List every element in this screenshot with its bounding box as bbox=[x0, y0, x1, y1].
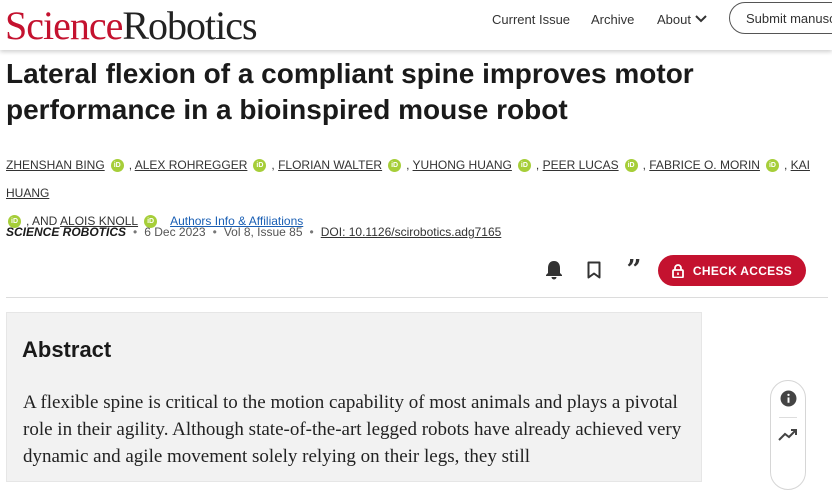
site-logo[interactable]: Science Robotics bbox=[5, 2, 258, 48]
meta-separator: • bbox=[212, 225, 217, 239]
lock-icon bbox=[672, 263, 684, 278]
logo-robotics: Robotics bbox=[122, 3, 257, 48]
author-link[interactable]: Yuhong Huang bbox=[413, 158, 512, 172]
submit-manuscript-button[interactable]: Submit manuscript bbox=[729, 2, 832, 34]
bookmark-icon[interactable] bbox=[584, 260, 604, 280]
logo-science: Science bbox=[5, 3, 123, 48]
check-access-button[interactable]: CHECK ACCESS bbox=[658, 255, 806, 286]
volume-issue[interactable]: Vol 8, Issue 85 bbox=[224, 225, 303, 239]
info-icon[interactable] bbox=[780, 390, 797, 407]
quote-icon[interactable]: ” bbox=[624, 257, 644, 283]
orcid-icon[interactable]: iD bbox=[517, 159, 531, 173]
author-link[interactable]: Fabrice O. Morin bbox=[649, 158, 760, 172]
author-link[interactable]: Zhenshan Bing bbox=[6, 158, 105, 172]
doi-link[interactable]: DOI: 10.1126/scirobotics.adg7165 bbox=[321, 225, 502, 239]
orcid-icon[interactable]: iD bbox=[110, 159, 124, 173]
author-link[interactable]: Peer Lucas bbox=[543, 158, 619, 172]
author-link[interactable]: Florian Walter bbox=[278, 158, 382, 172]
orcid-icon[interactable]: iD bbox=[388, 159, 402, 173]
meta-separator: • bbox=[133, 225, 138, 239]
abstract-text: A flexible spine is critical to the moti… bbox=[23, 392, 682, 467]
nav-about[interactable]: About bbox=[657, 0, 707, 38]
side-tools-panel bbox=[770, 380, 806, 490]
article-title: Lateral flexion of a compliant spine imp… bbox=[6, 58, 694, 125]
article-meta: SCIENCE ROBOTICS • 6 Dec 2023 • Vol 8, I… bbox=[6, 223, 501, 241]
top-navigation-bar: Science Robotics Current Issue Archive Ab… bbox=[0, 0, 832, 50]
nav-archive[interactable]: Archive bbox=[591, 0, 634, 38]
abstract-heading: Abstract bbox=[22, 337, 112, 362]
chevron-down-icon bbox=[695, 15, 707, 23]
author-link[interactable]: Alex Rohregger bbox=[135, 158, 248, 172]
orcid-icon[interactable]: iD bbox=[253, 159, 267, 173]
publication-date: 6 Dec 2023 bbox=[144, 225, 206, 239]
check-access-label: CHECK ACCESS bbox=[692, 263, 793, 278]
nav-about-label: About bbox=[657, 11, 691, 27]
side-separator bbox=[779, 417, 797, 418]
trending-icon[interactable] bbox=[778, 428, 798, 442]
abstract-section: Abstract A flexible spine is critical to… bbox=[6, 312, 702, 482]
section-divider bbox=[6, 297, 828, 298]
journal-name[interactable]: SCIENCE ROBOTICS bbox=[6, 225, 126, 239]
meta-separator: • bbox=[309, 225, 314, 239]
bell-icon[interactable] bbox=[544, 260, 564, 280]
nav-current-issue[interactable]: Current Issue bbox=[492, 0, 570, 38]
orcid-icon[interactable]: iD bbox=[765, 159, 779, 173]
orcid-icon[interactable]: iD bbox=[624, 159, 638, 173]
